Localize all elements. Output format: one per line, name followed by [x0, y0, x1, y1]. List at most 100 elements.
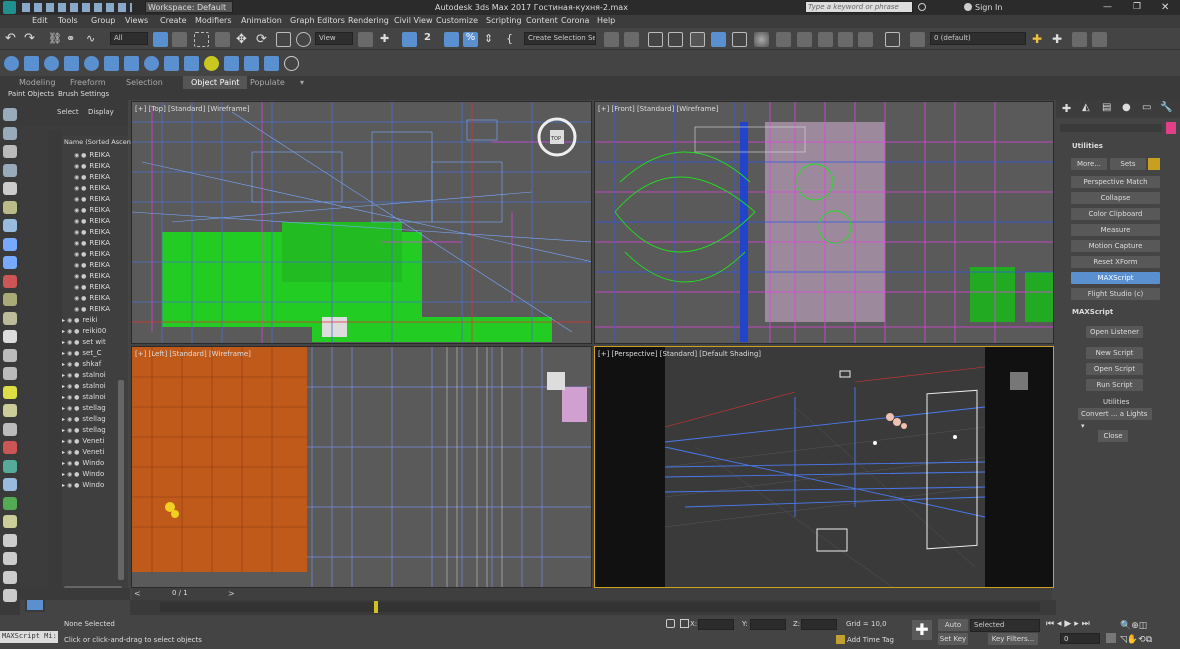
brush-settings-tab[interactable]: Brush Settings — [58, 90, 109, 98]
sign-in-link[interactable]: Sign In — [975, 2, 1002, 13]
left-strip-tool-icon[interactable] — [3, 200, 17, 214]
close-container-icon[interactable] — [64, 56, 79, 71]
y-coordinate-field[interactable] — [750, 619, 786, 630]
visibility-eye-icon[interactable]: ◉ ● — [67, 383, 79, 390]
region-select-icon[interactable] — [194, 32, 209, 47]
add-to-layer-icon[interactable]: ✚ — [1052, 32, 1067, 47]
select-object-icon[interactable] — [153, 32, 168, 47]
select-by-name-icon[interactable] — [172, 32, 187, 47]
time-configuration-icon[interactable] — [1106, 633, 1116, 643]
key-filter-dropdown[interactable]: Selected — [970, 619, 1040, 632]
ribbon-tab-freeform[interactable]: Freeform — [70, 78, 106, 87]
visibility-eye-icon[interactable]: ◉ ● — [67, 372, 79, 379]
menu-content[interactable]: Content — [526, 16, 558, 25]
menu-animation[interactable]: Animation — [241, 16, 282, 25]
viewport-top-label[interactable]: [+] [Top] [Standard] [Wireframe] — [135, 105, 250, 113]
expand-arrow-icon[interactable]: ▸ — [62, 449, 65, 456]
left-strip-tool-icon[interactable] — [3, 459, 17, 473]
pan-icon[interactable]: ✋ — [1127, 635, 1138, 645]
left-strip-tool-icon[interactable] — [3, 570, 17, 584]
override-icon[interactable] — [244, 56, 259, 71]
time-slider[interactable]: 0 / 1 < > — [132, 588, 1052, 600]
maxscript-button-new-script[interactable]: New Script — [1086, 347, 1143, 359]
utility-button-flight-studio-c[interactable]: Flight Studio (c) — [1071, 288, 1160, 300]
x-coordinate-field[interactable] — [698, 619, 734, 630]
container-icon[interactable] — [4, 56, 19, 71]
display-tab-icon[interactable]: ▭ — [1142, 102, 1151, 113]
current-frame-field[interactable]: 0 — [1060, 633, 1100, 644]
ribbon-tab-modeling[interactable]: Modeling — [19, 78, 55, 87]
save-container-icon[interactable] — [104, 56, 119, 71]
visibility-eye-icon[interactable]: ◉ ● — [67, 405, 79, 412]
left-strip-tool-icon[interactable] — [3, 108, 17, 121]
create-layer-icon[interactable]: ✚ — [1032, 32, 1047, 47]
expand-arrow-icon[interactable]: ▸ — [62, 416, 65, 423]
left-strip-tool-icon[interactable] — [3, 533, 17, 547]
visibility-eye-icon[interactable]: ◉ ● — [67, 449, 79, 456]
spinner-snap-icon[interactable]: ⇕ — [484, 32, 499, 47]
configure-sets-icon[interactable] — [1148, 158, 1160, 170]
left-strip-tool-icon[interactable] — [3, 385, 17, 399]
left-strip-tool-icon[interactable] — [3, 311, 17, 325]
layer-icon[interactable] — [910, 32, 925, 47]
close-button[interactable]: ✕ — [1161, 2, 1169, 13]
lock-selection-icon[interactable] — [666, 619, 675, 628]
align-icon[interactable] — [624, 32, 639, 47]
scene-explorer-icon[interactable] — [648, 32, 663, 47]
left-strip-tool-icon[interactable] — [3, 422, 17, 436]
left-strip-tool-icon[interactable] — [3, 182, 17, 195]
track-bar[interactable] — [130, 600, 1056, 615]
visibility-eye-icon[interactable]: ◉ ● — [74, 152, 86, 159]
scene-list-item[interactable]: ◉ ● REIKA — [62, 271, 128, 282]
menu-rendering[interactable]: Rendering — [348, 16, 389, 25]
left-strip-tool-icon[interactable] — [3, 293, 17, 306]
render-iterative-icon[interactable] — [838, 32, 853, 47]
workspace-selector[interactable]: Workspace: Default — [145, 1, 233, 13]
visibility-eye-icon[interactable]: ◉ ● — [67, 471, 79, 478]
next-frame-icon[interactable]: ▸ — [1074, 619, 1079, 629]
field-of-view-icon[interactable]: ◹ — [1120, 635, 1127, 645]
merge-container-icon[interactable] — [184, 56, 199, 71]
expand-arrow-icon[interactable]: ▸ — [62, 394, 65, 401]
close-button-cmd[interactable]: Close — [1098, 430, 1128, 442]
unlock-container-icon[interactable] — [164, 56, 179, 71]
left-strip-tool-icon[interactable] — [3, 441, 17, 454]
menu-civil-view[interactable]: Civil View — [394, 16, 433, 25]
visibility-eye-icon[interactable]: ◉ ● — [74, 262, 86, 269]
scene-list-item[interactable]: ◉ ● REIKA — [62, 205, 128, 216]
scene-list-item[interactable]: ▸ ◉ ● set wit — [62, 337, 128, 348]
schematic-view-icon[interactable] — [732, 32, 747, 47]
visibility-eye-icon[interactable]: ◉ ● — [67, 350, 79, 357]
utility-button-reset-xform[interactable]: Reset XForm — [1071, 256, 1160, 268]
viewport-front[interactable]: [+] [Front] [Standard] [Wireframe] — [594, 101, 1054, 344]
toggle-ribbon-icon[interactable] — [690, 32, 705, 47]
scene-list-item[interactable]: ▸ ◉ ● set_C — [62, 348, 128, 359]
visibility-eye-icon[interactable]: ◉ ● — [67, 460, 79, 467]
search-icon[interactable] — [918, 3, 926, 11]
ribbon-tab-populate[interactable]: Populate — [250, 78, 285, 87]
zoom-all-icon[interactable]: ⊕ — [1131, 621, 1139, 631]
utilities-rollout-title[interactable]: Utilities — [1072, 142, 1103, 150]
visibility-eye-icon[interactable]: ◉ ● — [74, 284, 86, 291]
edit-named-selection-icon[interactable]: { — [506, 32, 521, 47]
previous-frame-icon[interactable]: ◂ — [1057, 619, 1062, 629]
time-slider-arrow-left[interactable]: < — [134, 589, 141, 598]
rotate-icon[interactable]: ⟳ — [256, 32, 271, 47]
left-strip-tool-icon[interactable] — [3, 145, 17, 158]
scene-list-item[interactable]: ◉ ● REIKA — [62, 161, 128, 172]
scene-list-item[interactable]: ◉ ● REIKA — [62, 227, 128, 238]
angle-snap-icon[interactable] — [444, 32, 459, 47]
go-to-end-icon[interactable]: ⏭ — [1082, 619, 1090, 629]
command-panel-scroll[interactable] — [1060, 124, 1162, 132]
viewport-perspective[interactable]: [+] [Perspective] [Standard] [Default Sh… — [594, 346, 1054, 588]
link-icon[interactable]: ⛓ — [48, 32, 63, 47]
ribbon-tab-selection[interactable]: Selection — [126, 78, 163, 87]
left-strip-tool-icon[interactable] — [3, 126, 17, 140]
ribbon-options-icon[interactable]: ▾ — [300, 78, 304, 87]
absolute-mode-icon[interactable] — [680, 619, 689, 628]
menu-customize[interactable]: Customize — [436, 16, 478, 25]
select-in-layer-icon[interactable] — [1072, 32, 1087, 47]
left-strip-tool-icon[interactable] — [3, 404, 17, 417]
more-button[interactable]: More... — [1071, 158, 1107, 170]
go-to-start-icon[interactable]: ⏮ — [1046, 619, 1054, 629]
